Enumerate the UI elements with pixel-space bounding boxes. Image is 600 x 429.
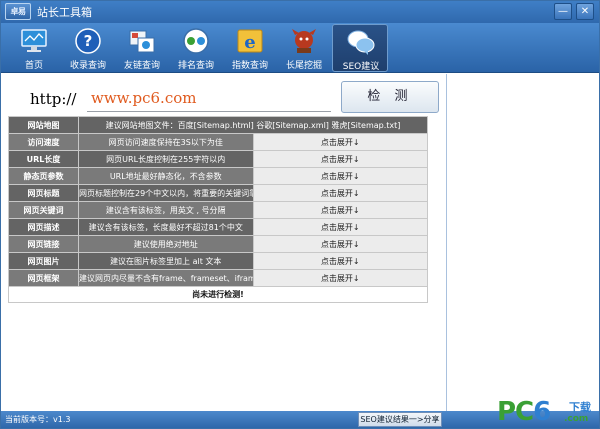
tool-seo-advice[interactable]: SEO建议 — [332, 24, 388, 72]
tool-label: 指数查询 — [231, 61, 268, 71]
svg-text:?: ? — [84, 32, 93, 50]
expand-button[interactable]: 点击展开↓ — [252, 235, 428, 253]
row-advice: 网页访问速度保持在3S以下为佳 — [78, 133, 254, 151]
version-label: 当前版本号：v1.3 — [5, 415, 71, 424]
row-advice: 网页标题控制在29个中文以内，将重要的关键词靠左 — [78, 184, 254, 202]
url-prefix: http:// — [30, 90, 77, 108]
tool-label: 首页 — [24, 61, 43, 71]
table-row: 网页图片 建议在图片标签里加上 alt 文本 点击展开↓ — [8, 252, 428, 270]
row-name: URL长度 — [8, 150, 79, 168]
window-title: 站长工具箱 — [37, 6, 92, 19]
expand-button[interactable]: 点击展开↓ — [252, 269, 428, 287]
friend-links-icon — [129, 30, 155, 53]
table-row: 网页关键词 建议含有该标签，用英文 , 号分隔 点击展开↓ — [8, 201, 428, 219]
table-row: 网页链接 建议使用绝对地址 点击展开↓ — [8, 235, 428, 253]
watermark-domain: .com — [564, 414, 589, 424]
table-row: 静态页参数 URL地址最好静态化，不含参数 点击展开↓ — [8, 167, 428, 185]
table-footer-row: 尚未进行检测! — [8, 286, 428, 303]
row-advice: 建议网页内尽量不含有frame、frameset、iframe标签 — [78, 269, 254, 287]
tool-label: 长尾挖掘 — [285, 61, 322, 71]
watermark-digit: 6 — [533, 397, 551, 427]
app-window: 卓易 站长工具箱 — ✕ 首页 ? 收录查询 友链查询 排名查询 e 指数查询 … — [0, 0, 600, 429]
row-name: 网站地图 — [8, 116, 79, 134]
main-toolbar: 首页 ? 收录查询 友链查询 排名查询 e 指数查询 长尾挖掘 SEO建议 — [1, 23, 599, 73]
tool-longtail[interactable]: 长尾挖掘 — [276, 24, 332, 72]
url-input[interactable] — [87, 84, 331, 112]
row-advice: 建议含有该标签，用英文 , 号分隔 — [78, 201, 254, 219]
tool-label: SEO建议 — [342, 62, 380, 72]
table-row: URL长度 网页URL长度控制在255字符以内 点击展开↓ — [8, 150, 428, 168]
share-results-button[interactable]: SEO建议结果一>分享 — [358, 412, 442, 427]
watermark-subtitle: 下载 — [569, 401, 591, 414]
ie-browser-icon: e — [237, 29, 263, 53]
row-name: 网页关键词 — [8, 201, 79, 219]
row-name: 网页图片 — [8, 252, 79, 270]
title-bar[interactable]: 卓易 站长工具箱 — ✕ — [1, 1, 599, 23]
pc6-watermark: PC6 — [497, 397, 551, 427]
expand-button[interactable]: 点击展开↓ — [252, 133, 428, 151]
table-row: 网页标题 网页标题控制在29个中文以内，将重要的关键词靠左 点击展开↓ — [8, 184, 428, 202]
row-name: 访问速度 — [8, 133, 79, 151]
tool-label: 排名查询 — [177, 61, 214, 71]
table-row: 网页描述 建议含有该标签，长度最好不超过81个中文 点击展开↓ — [8, 218, 428, 236]
row-advice: 建议使用绝对地址 — [78, 235, 254, 253]
expand-button[interactable]: 点击展开↓ — [252, 150, 428, 168]
row-advice: 网页URL长度控制在255字符以内 — [78, 150, 254, 168]
detect-button[interactable]: 检 测 — [341, 81, 439, 113]
tool-index-query[interactable]: ? 收录查询 — [60, 24, 116, 72]
watermark-text: PC — [497, 397, 534, 427]
minimize-button[interactable]: — — [554, 3, 572, 20]
app-logo: 卓易 — [5, 3, 31, 20]
tool-ranking[interactable]: 排名查询 — [168, 24, 224, 72]
detection-status: 尚未进行检测! — [8, 286, 428, 303]
row-advice: 建议网站地图文件：百度[Sitemap.html] 谷歌[Sitemap.xml… — [78, 116, 428, 134]
tool-friend-links[interactable]: 友链查询 — [114, 24, 170, 72]
close-button[interactable]: ✕ — [576, 3, 594, 20]
row-advice: 建议含有该标签，长度最好不超过81个中文 — [78, 218, 254, 236]
expand-button[interactable]: 点击展开↓ — [252, 218, 428, 236]
side-panel — [446, 74, 599, 411]
svg-text:e: e — [244, 32, 255, 53]
row-name: 静态页参数 — [8, 167, 79, 185]
monitor-icon — [21, 29, 47, 52]
table-row: 访问速度 网页访问速度保持在3S以下为佳 点击展开↓ — [8, 133, 428, 151]
expand-button[interactable]: 点击展开↓ — [252, 201, 428, 219]
expand-button[interactable]: 点击展开↓ — [252, 252, 428, 270]
row-name: 网页链接 — [8, 235, 79, 253]
row-name: 网页描述 — [8, 218, 79, 236]
row-advice: 建议在图片标签里加上 alt 文本 — [78, 252, 254, 270]
seo-advice-table: 网站地图 建议网站地图文件：百度[Sitemap.html] 谷歌[Sitema… — [8, 116, 428, 303]
chat-bubbles-icon — [347, 30, 375, 55]
tool-label: 收录查询 — [69, 61, 106, 71]
question-icon: ? — [75, 28, 101, 54]
table-row: 网站地图 建议网站地图文件：百度[Sitemap.html] 谷歌[Sitema… — [8, 116, 428, 134]
row-name: 网页标题 — [8, 184, 79, 202]
table-row: 网页框架 建议网页内尽量不含有frame、frameset、iframe标签 点… — [8, 269, 428, 287]
ranking-icon — [183, 28, 209, 54]
row-advice: URL地址最好静态化，不含参数 — [78, 167, 254, 185]
mining-icon — [292, 29, 316, 53]
tool-index-value[interactable]: e 指数查询 — [222, 24, 278, 72]
tool-home[interactable]: 首页 — [6, 24, 62, 72]
expand-button[interactable]: 点击展开↓ — [252, 167, 428, 185]
tool-label: 友链查询 — [123, 61, 160, 71]
expand-button[interactable]: 点击展开↓ — [252, 184, 428, 202]
row-name: 网页框架 — [8, 269, 79, 287]
